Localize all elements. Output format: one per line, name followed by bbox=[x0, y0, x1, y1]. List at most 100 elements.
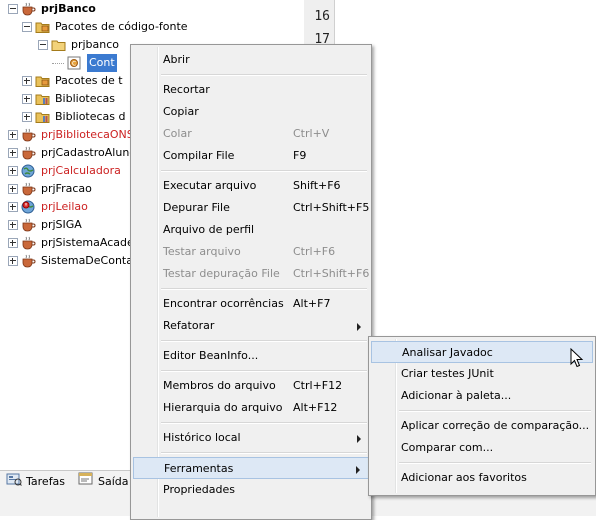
expand-icon[interactable] bbox=[8, 148, 18, 158]
menu-item-label: Compilar File bbox=[163, 149, 235, 162]
menu-item-analisar-javadoc[interactable]: Analisar Javadoc bbox=[371, 341, 593, 363]
menu-item-abrir[interactable]: Abrir bbox=[133, 49, 369, 71]
coffee-cup-icon bbox=[21, 182, 36, 196]
coffee-cup-icon bbox=[21, 254, 36, 268]
menu-item-shortcut: Shift+F6 bbox=[293, 179, 341, 192]
menu-item-label: Arquivo de perfil bbox=[163, 223, 255, 236]
menu-item-testar-depuracao-file[interactable]: Testar depuração File Ctrl+Shift+F6 bbox=[133, 263, 369, 285]
tree-node-label: Cont bbox=[87, 54, 117, 72]
java-class-icon: C bbox=[67, 56, 82, 70]
menu-separator bbox=[161, 288, 367, 290]
menu-item-label: Propriedades bbox=[163, 483, 235, 496]
menu-item-membros-do-arquivo[interactable]: Membros do arquivo Ctrl+F12 bbox=[133, 375, 369, 397]
menu-item-label: Colar bbox=[163, 127, 192, 140]
package-folder-icon bbox=[35, 74, 50, 88]
tree-node-label: prjFracao bbox=[41, 182, 92, 195]
package-folder-icon bbox=[35, 20, 50, 34]
expand-icon[interactable] bbox=[8, 130, 18, 140]
menu-item-label: Analisar Javadoc bbox=[402, 346, 493, 359]
menu-item-arquivo-de-perfil[interactable]: Arquivo de perfil bbox=[133, 219, 369, 241]
menu-item-copiar[interactable]: Copiar bbox=[133, 101, 369, 123]
expand-icon[interactable] bbox=[8, 220, 18, 230]
expand-icon[interactable] bbox=[22, 76, 32, 86]
menu-item-criar-testes-junit[interactable]: Criar testes JUnit bbox=[371, 363, 593, 385]
menu-item-label: Adicionar à paleta... bbox=[401, 389, 512, 402]
expand-icon[interactable] bbox=[8, 184, 18, 194]
coffee-cup-icon bbox=[21, 146, 36, 160]
menu-item-aplicar-correcao-de-comparacao[interactable]: Aplicar correção de comparação... bbox=[371, 415, 593, 437]
coffee-cup-icon bbox=[21, 218, 36, 232]
menu-item-executar-arquivo[interactable]: Executar arquivo Shift+F6 bbox=[133, 175, 369, 197]
tree-node-label: Bibliotecas d bbox=[55, 110, 126, 123]
output-icon bbox=[78, 472, 94, 492]
menu-item-label: Editor BeanInfo... bbox=[163, 349, 259, 362]
coffee-cup-icon bbox=[21, 128, 36, 142]
svg-text:C: C bbox=[72, 61, 76, 68]
tree-node-label: prjLeilao bbox=[41, 200, 88, 213]
expand-icon[interactable] bbox=[22, 94, 32, 104]
menu-item-shortcut: Ctrl+V bbox=[293, 127, 330, 140]
menu-separator bbox=[161, 422, 367, 424]
ferramentas-submenu: Analisar Javadoc Criar testes JUnit Adicio… bbox=[368, 336, 596, 496]
expand-icon[interactable] bbox=[8, 238, 18, 248]
menu-item-comparar-com[interactable]: Comparar com... bbox=[371, 437, 593, 459]
expand-icon[interactable] bbox=[22, 112, 32, 122]
tree-node-label: SistemaDeConta bbox=[41, 254, 133, 267]
warning-globe-icon bbox=[21, 200, 36, 214]
menu-separator bbox=[161, 370, 367, 372]
menu-item-label: Adicionar aos favoritos bbox=[401, 471, 527, 484]
tab-saida[interactable]: Saída bbox=[78, 472, 129, 492]
menu-item-encontrar-ocorrencias[interactable]: Encontrar ocorrências Alt+F7 bbox=[133, 293, 369, 315]
menu-item-label: Hierarquia do arquivo bbox=[163, 401, 283, 414]
menu-item-refatorar[interactable]: Refatorar bbox=[133, 315, 369, 337]
menu-item-testar-arquivo[interactable]: Testar arquivo Ctrl+F6 bbox=[133, 241, 369, 263]
menu-item-label: Testar arquivo bbox=[163, 245, 241, 258]
globe-icon bbox=[21, 164, 36, 178]
submenu-arrow-icon bbox=[356, 466, 360, 474]
menu-item-historico-local[interactable]: Histórico local bbox=[133, 427, 369, 449]
menu-item-label: Depurar File bbox=[163, 201, 230, 214]
menu-item-colar[interactable]: Colar Ctrl+V bbox=[133, 123, 369, 145]
tab-saida-label: Saída bbox=[98, 475, 129, 488]
tab-tarefas[interactable]: Tarefas bbox=[6, 473, 65, 491]
menu-item-label: Criar testes JUnit bbox=[401, 367, 494, 380]
context-menu: Abrir Recortar Copiar Colar Ctrl+V Compilar F… bbox=[130, 44, 372, 520]
menu-item-hierarquia-do-arquivo[interactable]: Hierarquia do arquivo Alt+F12 bbox=[133, 397, 369, 419]
tree-node[interactable]: prjBanco bbox=[0, 0, 298, 18]
menu-item-label: Histórico local bbox=[163, 431, 241, 444]
tree-node-label: prjbanco bbox=[71, 38, 120, 51]
collapse-icon[interactable] bbox=[22, 22, 32, 32]
menu-item-adicionar-a-paleta[interactable]: Adicionar à paleta... bbox=[371, 385, 593, 407]
menu-item-shortcut: Ctrl+F6 bbox=[293, 245, 336, 258]
menu-item-shortcut: Ctrl+Shift+F6 bbox=[293, 267, 370, 280]
menu-item-shortcut: Alt+F12 bbox=[293, 401, 338, 414]
tree-connector bbox=[52, 63, 64, 64]
expand-icon[interactable] bbox=[8, 202, 18, 212]
menu-item-label: Ferramentas bbox=[164, 462, 234, 475]
menu-item-propriedades[interactable]: Propriedades bbox=[133, 479, 369, 501]
coffee-cup-icon bbox=[21, 2, 36, 16]
menu-item-label: Comparar com... bbox=[401, 441, 494, 454]
menu-item-shortcut: F9 bbox=[293, 149, 307, 162]
tasks-icon bbox=[6, 472, 22, 492]
collapse-icon[interactable] bbox=[8, 4, 18, 14]
menu-item-ferramentas[interactable]: Ferramentas bbox=[133, 457, 369, 479]
expand-icon[interactable] bbox=[8, 256, 18, 266]
tree-node-label: Pacotes de t bbox=[55, 74, 123, 87]
menu-separator bbox=[399, 462, 591, 464]
menu-item-adicionar-aos-favoritos[interactable]: Adicionar aos favoritos bbox=[371, 467, 593, 489]
expand-icon[interactable] bbox=[8, 166, 18, 176]
package-icon bbox=[51, 38, 66, 52]
menu-item-recortar[interactable]: Recortar bbox=[133, 79, 369, 101]
menu-item-editor-beaninfo[interactable]: Editor BeanInfo... bbox=[133, 345, 369, 367]
menu-item-compilar-file[interactable]: Compilar File F9 bbox=[133, 145, 369, 167]
collapse-icon[interactable] bbox=[38, 40, 48, 50]
tree-node-label: prjSIGA bbox=[41, 218, 82, 231]
menu-separator bbox=[161, 452, 367, 454]
menu-separator bbox=[399, 410, 591, 412]
menu-separator bbox=[161, 170, 367, 172]
menu-item-depurar-file[interactable]: Depurar File Ctrl+Shift+F5 bbox=[133, 197, 369, 219]
menu-item-label: Encontrar ocorrências bbox=[163, 297, 284, 310]
tree-node[interactable]: Pacotes de código-fonte bbox=[0, 18, 298, 36]
tree-node-label: Pacotes de código-fonte bbox=[55, 20, 188, 33]
